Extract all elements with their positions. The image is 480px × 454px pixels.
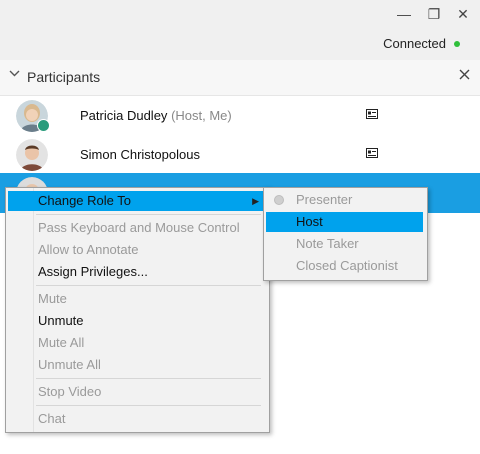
id-card-icon: [366, 148, 378, 158]
menu-item-allow-annotate[interactable]: Allow to Annotate: [8, 240, 265, 260]
menu-separator: [36, 405, 261, 406]
submenu-item-closed-captionist[interactable]: Closed Captionist: [266, 256, 423, 276]
status-dot-icon: [454, 40, 460, 47]
participant-row[interactable]: Patricia Dudley (Host, Me): [0, 97, 480, 135]
menu-item-unmute[interactable]: Unmute: [8, 311, 265, 331]
menu-separator: [36, 285, 261, 286]
menu-item-mute-all[interactable]: Mute All: [8, 333, 265, 353]
participant-name: Simon Christopolous: [80, 147, 200, 162]
participant-row[interactable]: Simon Christopolous: [0, 136, 480, 174]
menu-item-unmute-all[interactable]: Unmute All: [8, 355, 265, 375]
presenter-badge-icon: [37, 119, 50, 132]
connection-status-label: Connected: [383, 36, 446, 51]
menu-item-label: Change Role To: [38, 193, 131, 208]
change-role-submenu: Presenter Host Note Taker Closed Caption…: [263, 187, 428, 281]
participant-name-line: Simon Christopolous: [80, 147, 200, 162]
menu-separator: [36, 214, 261, 215]
close-window-icon[interactable]: ✕: [452, 3, 474, 25]
submenu-item-host[interactable]: Host: [266, 212, 423, 232]
radio-selected-icon: [274, 195, 284, 205]
menu-item-assign-privileges[interactable]: Assign Privileges...: [8, 262, 265, 282]
menu-item-stop-video[interactable]: Stop Video: [8, 382, 265, 402]
connection-status: Connected: [383, 36, 460, 51]
chevron-down-icon[interactable]: [9, 68, 20, 82]
participant-name-line: Patricia Dudley (Host, Me): [80, 108, 232, 123]
menu-separator: [36, 378, 261, 379]
submenu-arrow-icon: ▶: [252, 196, 259, 206]
close-panel-icon[interactable]: [459, 67, 470, 84]
participant-role: (Host, Me): [171, 108, 232, 123]
menu-item-pass-keyboard-mouse[interactable]: Pass Keyboard and Mouse Control: [8, 218, 265, 238]
menu-item-chat[interactable]: Chat: [8, 409, 265, 429]
avatar: [16, 139, 48, 171]
submenu-item-presenter[interactable]: Presenter: [266, 190, 423, 210]
restore-icon[interactable]: ❐: [423, 3, 445, 25]
menu-item-mute[interactable]: Mute: [8, 289, 265, 309]
title-bar: — ❐ ✕ Connected: [0, 0, 480, 60]
participants-panel-header[interactable]: Participants: [0, 60, 480, 96]
participant-context-menu: Change Role To ▶ Pass Keyboard and Mouse…: [5, 187, 270, 433]
minimize-icon[interactable]: —: [393, 3, 415, 25]
participant-name: Patricia Dudley: [80, 108, 168, 123]
submenu-item-label: Presenter: [296, 192, 353, 207]
menu-item-change-role[interactable]: Change Role To ▶: [8, 191, 265, 211]
id-card-icon: [366, 109, 378, 119]
submenu-item-note-taker[interactable]: Note Taker: [266, 234, 423, 254]
panel-title: Participants: [27, 69, 101, 85]
